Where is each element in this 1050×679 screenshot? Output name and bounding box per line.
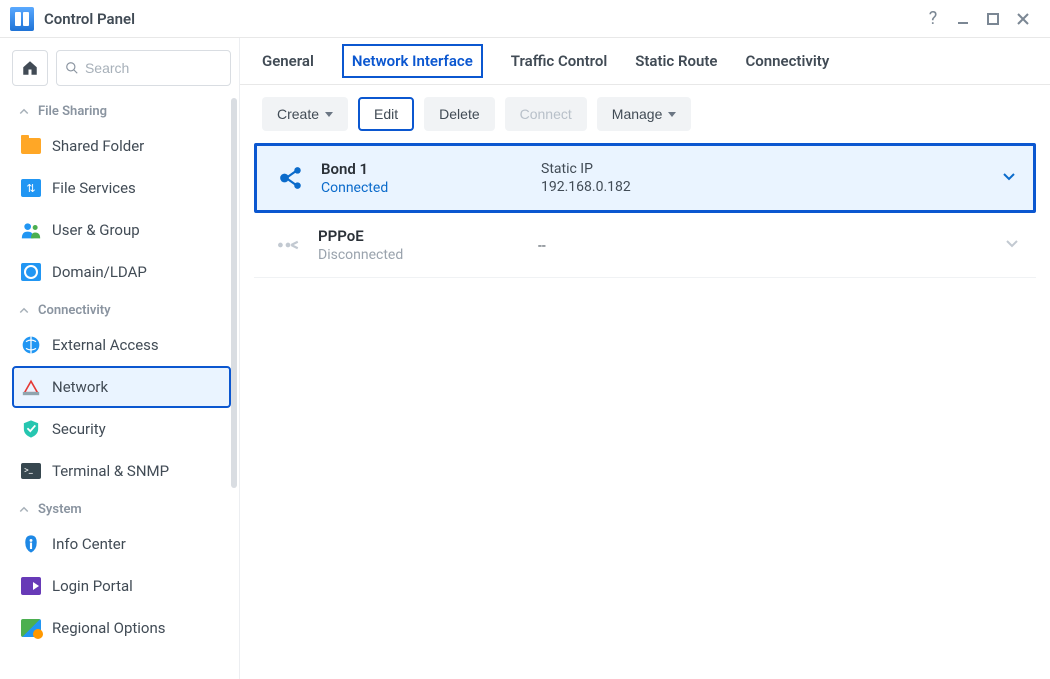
app-icon — [10, 7, 34, 31]
sidebar-item-user-group[interactable]: User & Group — [12, 209, 231, 251]
manage-button[interactable]: Manage — [597, 97, 692, 131]
file-services-icon: ⇅ — [20, 177, 42, 199]
tabs: General Network Interface Traffic Contro… — [240, 38, 1050, 85]
sidebar-item-label: Login Portal — [52, 577, 133, 595]
sidebar-item-terminal-snmp[interactable]: Terminal & SNMP — [12, 450, 231, 492]
toolbar: Create Edit Delete Connect Manage — [240, 85, 1050, 143]
interface-ip: 192.168.0.182 — [541, 179, 1001, 195]
interface-ip: -- — [538, 238, 1004, 254]
interface-status: Connected — [321, 180, 541, 196]
interface-row-bond1[interactable]: Bond 1 Connected Static IP 192.168.0.182 — [254, 143, 1036, 213]
tab-general[interactable]: General — [262, 52, 314, 84]
button-label: Create — [277, 106, 319, 122]
tab-connectivity[interactable]: Connectivity — [745, 52, 829, 84]
sidebar-item-label: File Services — [52, 179, 136, 197]
sidebar-item-label: Network — [52, 378, 108, 396]
sidebar-item-network[interactable]: Network — [12, 366, 231, 408]
terminal-icon — [20, 460, 42, 482]
caret-down-icon — [668, 112, 676, 117]
sidebar-item-label: Info Center — [52, 535, 126, 553]
login-portal-icon — [20, 575, 42, 597]
delete-button[interactable]: Delete — [424, 97, 494, 131]
minimize-icon — [955, 11, 971, 27]
tab-network-interface[interactable]: Network Interface — [342, 44, 483, 78]
sidebar-item-label: External Access — [52, 336, 159, 354]
button-label: Edit — [374, 106, 398, 122]
chevron-up-icon — [18, 106, 30, 118]
expand-toggle[interactable] — [1004, 235, 1020, 255]
edit-button[interactable]: Edit — [358, 97, 414, 131]
sidebar-item-shared-folder[interactable]: Shared Folder — [12, 125, 231, 167]
section-file-sharing[interactable]: File Sharing — [12, 94, 231, 125]
sidebar-item-label: Terminal & SNMP — [52, 462, 169, 480]
button-label: Delete — [439, 106, 479, 122]
close-button[interactable] — [1008, 4, 1038, 34]
shield-icon — [20, 418, 42, 440]
minimize-button[interactable] — [948, 4, 978, 34]
network-icon — [20, 376, 42, 398]
section-label: System — [38, 502, 82, 517]
info-icon — [20, 533, 42, 555]
window-title: Control Panel — [44, 10, 135, 28]
external-access-icon — [20, 334, 42, 356]
sidebar-item-label: Security — [52, 420, 106, 438]
tab-traffic-control[interactable]: Traffic Control — [511, 52, 607, 84]
pppoe-icon — [270, 232, 306, 258]
titlebar: Control Panel ? — [0, 0, 1050, 38]
sidebar-item-file-services[interactable]: ⇅ File Services — [12, 167, 231, 209]
sidebar-item-security[interactable]: Security — [12, 408, 231, 450]
scrollbar[interactable] — [231, 98, 237, 488]
button-label: Connect — [520, 106, 572, 122]
interface-row-pppoe[interactable]: PPPoE Disconnected -- — [254, 213, 1036, 278]
interface-name: PPPoE — [318, 227, 538, 245]
main-panel: General Network Interface Traffic Contro… — [240, 38, 1050, 679]
regional-icon — [20, 617, 42, 639]
home-button[interactable] — [12, 50, 48, 86]
chevron-down-icon — [1001, 168, 1017, 184]
sidebar-item-regional-options[interactable]: Regional Options — [12, 607, 231, 649]
search-box[interactable] — [56, 50, 231, 86]
sidebar-item-login-portal[interactable]: Login Portal — [12, 565, 231, 607]
interface-status: Disconnected — [318, 247, 538, 263]
interface-name: Bond 1 — [321, 160, 541, 178]
section-system[interactable]: System — [12, 492, 231, 523]
search-icon — [65, 60, 79, 76]
interface-type: Static IP — [541, 161, 1001, 177]
interface-list: Bond 1 Connected Static IP 192.168.0.182… — [240, 143, 1050, 278]
maximize-icon — [985, 11, 1001, 27]
sidebar-item-label: Regional Options — [52, 619, 166, 637]
folder-icon — [20, 135, 42, 157]
home-icon — [21, 59, 39, 77]
sidebar-item-domain-ldap[interactable]: Domain/LDAP — [12, 251, 231, 293]
create-button[interactable]: Create — [262, 97, 348, 131]
chevron-down-icon — [1004, 235, 1020, 251]
close-icon — [1015, 11, 1031, 27]
button-label: Manage — [612, 106, 663, 122]
search-input[interactable] — [85, 60, 222, 76]
sidebar-item-label: Domain/LDAP — [52, 263, 147, 281]
tab-static-route[interactable]: Static Route — [635, 52, 717, 84]
sidebar: File Sharing Shared Folder ⇅ File Servic… — [0, 38, 240, 679]
caret-down-icon — [325, 112, 333, 117]
expand-toggle[interactable] — [1001, 168, 1017, 188]
help-button[interactable]: ? — [918, 4, 948, 34]
sidebar-item-info-center[interactable]: Info Center — [12, 523, 231, 565]
connect-button[interactable]: Connect — [505, 97, 587, 131]
sidebar-item-label: User & Group — [52, 221, 140, 239]
section-label: File Sharing — [38, 104, 107, 119]
section-label: Connectivity — [38, 303, 111, 318]
chevron-up-icon — [18, 305, 30, 317]
maximize-button[interactable] — [978, 4, 1008, 34]
domain-icon — [20, 261, 42, 283]
sidebar-item-external-access[interactable]: External Access — [12, 324, 231, 366]
help-icon: ? — [929, 8, 938, 29]
section-connectivity[interactable]: Connectivity — [12, 293, 231, 324]
chevron-up-icon — [18, 504, 30, 516]
sidebar-item-label: Shared Folder — [52, 137, 144, 155]
bond-icon — [273, 165, 309, 191]
user-group-icon — [20, 219, 42, 241]
